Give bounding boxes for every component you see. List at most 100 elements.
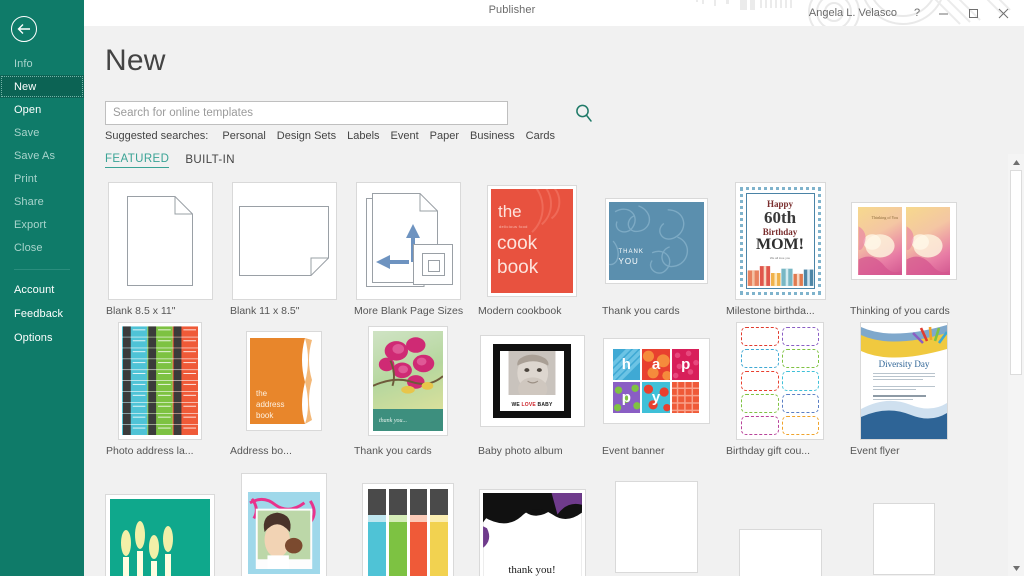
template-thumbnail: [229, 181, 339, 301]
backstage-sidebar: Info New Open Save Save As Print Share E…: [0, 0, 84, 576]
milestone-line2: 60th: [763, 208, 797, 227]
template-thumbnail: [353, 475, 463, 576]
template-card-thinking-of-you-cards[interactable]: Thinking of You Thinking of you cards: [842, 181, 966, 321]
floral-card-right: [906, 207, 950, 275]
template-card-candles[interactable]: [98, 461, 222, 576]
suggested-business[interactable]: Business: [470, 130, 515, 142]
sidebar-item-print[interactable]: Print: [0, 167, 84, 190]
suggested-searches-label: Suggested searches:: [105, 130, 209, 142]
template-grid: Blank 8.5 x 11" Blank 11 x 8.5" More Bla…: [98, 181, 1004, 576]
suggested-labels[interactable]: Labels: [347, 130, 379, 142]
help-icon[interactable]: ?: [906, 0, 928, 26]
template-thumbnail: the delicious food cook book: [477, 181, 587, 301]
template-label: Baby photo album: [478, 445, 563, 457]
template-card-thank-you-black[interactable]: thank you!: [470, 461, 594, 576]
sidebar-item-share[interactable]: Share: [0, 190, 84, 213]
template-card-blank-landscape[interactable]: Blank 11 x 8.5": [222, 181, 346, 321]
suggested-event[interactable]: Event: [391, 130, 419, 142]
account-name[interactable]: Angela L. Velasco: [805, 7, 906, 19]
milestone-line4: MOM!: [756, 236, 804, 253]
template-card-baby-photo-album[interactable]: WE LOVE BABY Baby photo album: [470, 321, 594, 461]
sidebar-item-info[interactable]: Info: [0, 52, 84, 75]
template-tabs: FEATURED BUILT-IN: [105, 153, 235, 168]
thankyou-black-caption: thank you!: [508, 564, 556, 576]
window-controls: Angela L. Velasco ?: [805, 0, 1018, 26]
template-thumbnail: [601, 467, 711, 576]
sidebar-menu: Info New Open Save Save As Print Share E…: [0, 52, 84, 278]
new-document-pane: New Suggested searches: Personal Design …: [84, 26, 1024, 576]
template-card-photo-address-labels[interactable]: Photo address la...: [98, 321, 222, 461]
banner-tile-pattern: [671, 382, 700, 413]
blank-portrait-page-icon: [127, 196, 193, 286]
banner-letter: y: [651, 389, 661, 406]
event-flyer-body: [873, 373, 935, 402]
template-thumbnail: [725, 495, 835, 576]
template-label: Milestone birthda...: [726, 305, 815, 317]
scroll-up-icon[interactable]: [1008, 154, 1024, 170]
banner-tile-p1: p: [671, 349, 700, 380]
tab-featured[interactable]: FEATURED: [105, 153, 170, 168]
template-thumbnail: [229, 469, 339, 576]
baby-caption-post: BABY: [535, 402, 553, 408]
template-card-modern-cookbook[interactable]: the delicious food cook book Modern cook…: [470, 181, 594, 321]
template-thumbnail: [353, 181, 463, 301]
scrollbar-thumb[interactable]: [1010, 170, 1022, 375]
sidebar-item-feedback[interactable]: Feedback: [0, 302, 84, 326]
template-card-more-blank-page-sizes[interactable]: More Blank Page Sizes: [346, 181, 470, 321]
sidebar-item-save[interactable]: Save: [0, 121, 84, 144]
minimize-icon[interactable]: [928, 0, 958, 26]
template-thumbnail: [849, 479, 959, 576]
template-card-blank-white-b[interactable]: [718, 461, 842, 576]
photo-frame-art: [248, 492, 320, 574]
sidebar-item-new[interactable]: New: [0, 75, 84, 98]
template-card-address-book[interactable]: the address book Address bo...: [222, 321, 346, 461]
event-flyer-title: Diversity Day: [878, 359, 930, 369]
template-card-blank-white-a[interactable]: [594, 461, 718, 576]
suggested-personal[interactable]: Personal: [222, 130, 265, 142]
sidebar-item-close[interactable]: Close: [0, 236, 84, 259]
template-card-event-banner[interactable]: h a p p y Event banner: [594, 321, 718, 461]
template-card-bookmarks[interactable]: [346, 461, 470, 576]
suggested-cards[interactable]: Cards: [526, 130, 555, 142]
address-book-line1: the: [256, 389, 268, 398]
template-label: Event banner: [602, 445, 665, 457]
template-card-birthday-gift-coupons[interactable]: Birthday gift cou...: [718, 321, 842, 461]
sidebar-item-account[interactable]: Account: [0, 278, 84, 302]
sidebar-item-export[interactable]: Export: [0, 213, 84, 236]
sidebar-item-open[interactable]: Open: [0, 98, 84, 121]
title-bar: Publisher Angela L. Velasco ?: [0, 0, 1024, 26]
close-icon[interactable]: [988, 0, 1018, 26]
back-arrow-icon[interactable]: [11, 16, 37, 42]
template-card-thank-you-cards-floral[interactable]: thank you... Thank you cards: [346, 321, 470, 461]
template-label: Photo address la...: [106, 445, 194, 457]
template-card-thank-you-cards-blue[interactable]: THANK YOU Thank you cards: [594, 181, 718, 321]
floral-photo: thank you...: [373, 331, 443, 431]
bookmarks-art: [368, 489, 448, 576]
template-thumbnail: h a p p y: [601, 321, 711, 441]
restore-icon[interactable]: [958, 0, 988, 26]
scroll-down-icon[interactable]: [1008, 560, 1024, 576]
template-card-blank-white-c[interactable]: [842, 461, 966, 576]
template-card-event-flyer[interactable]: Diversity Day Event flyer: [842, 321, 966, 461]
search-input[interactable]: [105, 101, 508, 125]
tab-built-in[interactable]: BUILT-IN: [185, 154, 235, 168]
baby-photo: [508, 351, 556, 395]
cookbook-line3: book: [497, 257, 539, 278]
suggested-paper[interactable]: Paper: [430, 130, 459, 142]
template-card-milestone-birthday[interactable]: Happy 60th Birthday MOM! We all love you: [718, 181, 842, 321]
template-label: Event flyer: [850, 445, 900, 457]
template-card-photo-frame[interactable]: [222, 461, 346, 576]
banner-letter: p: [621, 389, 631, 406]
sidebar-item-save-as[interactable]: Save As: [0, 144, 84, 167]
search-icon[interactable]: [574, 103, 594, 123]
template-label: Birthday gift cou...: [726, 445, 811, 457]
suggested-design-sets[interactable]: Design Sets: [277, 130, 336, 142]
sidebar-item-options[interactable]: Options: [0, 326, 84, 350]
template-label: Blank 11 x 8.5": [230, 305, 300, 317]
candles-art: [110, 499, 210, 576]
template-thumbnail: the address book: [229, 321, 339, 441]
template-thumbnail: Happy 60th Birthday MOM! We all love you: [725, 181, 835, 301]
template-scrollbar[interactable]: [1008, 154, 1024, 576]
cookbook-line1: the: [498, 202, 522, 221]
template-card-blank-portrait[interactable]: Blank 8.5 x 11": [98, 181, 222, 321]
